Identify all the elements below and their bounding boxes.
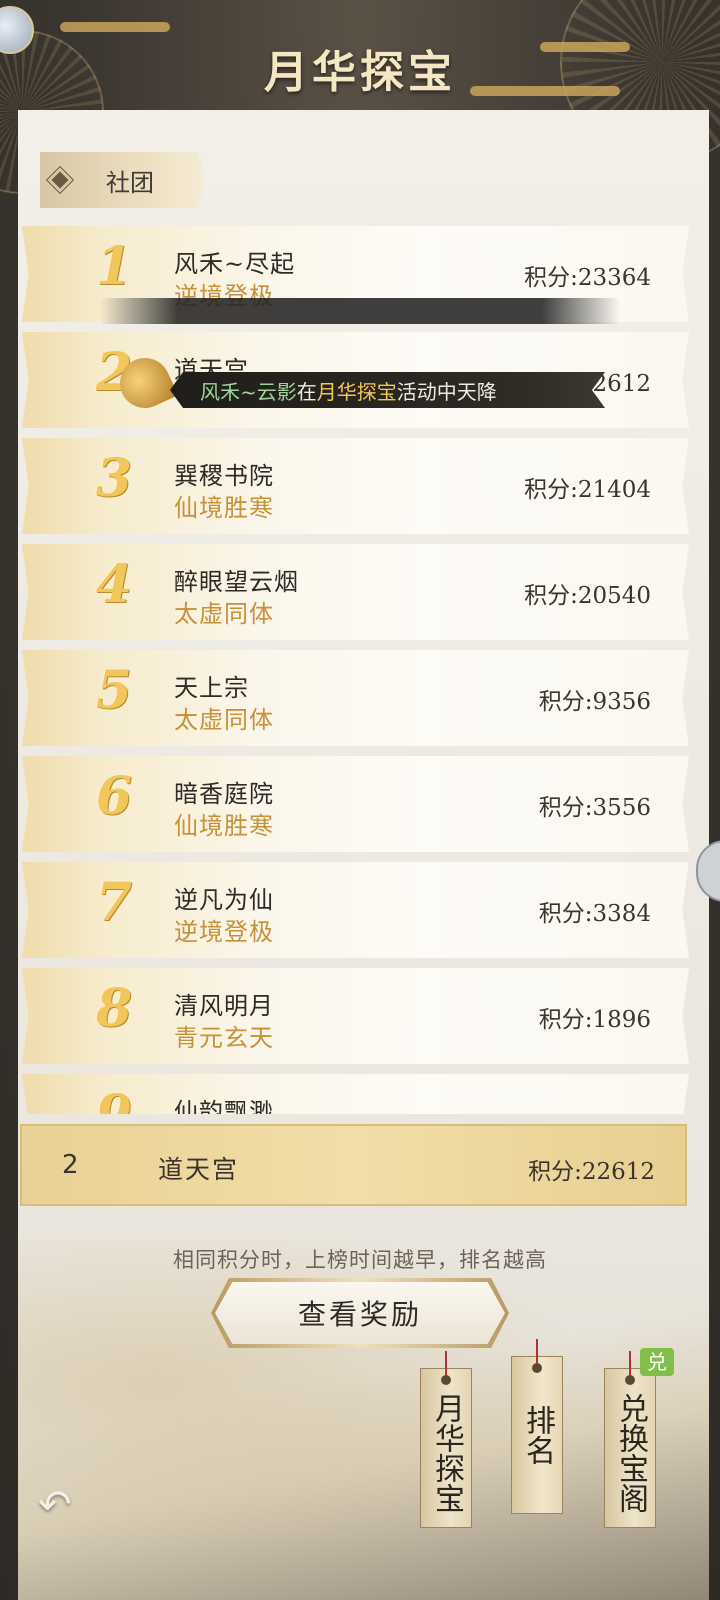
club-name: 逆凡为仙 xyxy=(174,886,274,914)
tag-hole xyxy=(441,1375,451,1385)
side-tag-exchange[interactable]: 兑换宝阁 xyxy=(604,1351,656,1528)
side-tag-label: 兑换宝阁 xyxy=(613,1393,648,1513)
ranking-rule-note: 相同积分时，上榜时间越早，排名越高 xyxy=(173,1248,547,1272)
cloud-decoration xyxy=(60,22,170,32)
rank-number: 5 xyxy=(95,660,133,721)
side-tag-label: 排名 xyxy=(520,1405,555,1465)
club-name: 巽稷书院 xyxy=(174,462,274,490)
club-name: 清风明月 xyxy=(174,992,274,1020)
tag-cord xyxy=(629,1351,631,1375)
back-arrow-icon[interactable]: ↶ xyxy=(38,1485,88,1525)
side-tag-label: 月华探宝 xyxy=(429,1393,464,1513)
side-tag-moon-treasure[interactable]: 月华探宝 xyxy=(420,1351,472,1528)
ranking-row[interactable]: 5 天上宗 太虚同体 积分:9356 xyxy=(22,650,689,746)
tab-label: 社团 xyxy=(106,168,154,197)
ranking-list[interactable]: 1 风禾~尽起 逆境登极 积分:23364 2 道天宫 积分:22612 3 巽… xyxy=(22,226,689,1114)
ranking-row[interactable]: 3 巽稷书院 仙境胜寒 积分:21404 xyxy=(22,438,689,534)
club-name: 暗香庭院 xyxy=(174,780,274,808)
rank-number: 6 xyxy=(95,766,133,827)
club-score: 积分:1844 xyxy=(539,1106,651,1114)
club-name: 仙韵飘渺 xyxy=(174,1098,274,1114)
rank-number: 7 xyxy=(95,872,133,933)
rank-number: 9 xyxy=(84,1084,144,1114)
club-tier: 青元玄天 xyxy=(174,1024,274,1052)
club-tier: 太虚同体 xyxy=(174,600,274,628)
club-score: 积分:3556 xyxy=(538,795,651,821)
club-tier: 逆境登极 xyxy=(174,918,274,946)
tab-club[interactable]: 社团 xyxy=(40,152,205,208)
diamond-icon xyxy=(51,171,69,189)
ranking-row[interactable]: 8 清风明月 青元玄天 积分:1896 xyxy=(22,968,689,1064)
rank-number: 2 xyxy=(95,342,133,403)
page-title: 月华探宝 xyxy=(264,47,456,98)
club-score: 积分:20540 xyxy=(524,583,651,609)
my-club-name: 道天宫 xyxy=(158,1155,240,1184)
my-rank-number: 2 xyxy=(62,1150,79,1180)
club-score: 积分:21404 xyxy=(524,477,651,503)
club-tier: 逆境登极 xyxy=(174,282,274,310)
club-tier: 仙境胜寒 xyxy=(174,812,274,840)
tag-cord xyxy=(445,1351,447,1375)
club-name: 风禾~尽起 xyxy=(174,250,296,278)
background: 月华探宝 社团 1 风禾~尽起 逆境登极 积分:23364 2 道天宫 积分:2… xyxy=(0,0,720,1600)
ranking-row[interactable]: 6 暗香庭院 仙境胜寒 积分:3556 xyxy=(22,756,689,852)
club-tier: 太虚同体 xyxy=(174,706,274,734)
view-rewards-button[interactable]: 查看奖励 xyxy=(215,1282,505,1344)
ranking-row[interactable]: 9 仙韵飘渺 积分:1844 xyxy=(22,1074,689,1114)
rank-number: 1 xyxy=(95,236,133,297)
ranking-row[interactable]: 2 道天宫 积分:22612 xyxy=(22,332,689,428)
tag-hole xyxy=(625,1375,635,1385)
club-name: 天上宗 xyxy=(174,674,249,702)
club-score: 积分:22612 xyxy=(524,371,651,397)
rank-number: 3 xyxy=(95,448,133,509)
rank-number: 4 xyxy=(95,554,133,615)
ranking-row[interactable]: 7 逆凡为仙 逆境登极 积分:3384 xyxy=(22,862,689,958)
ranking-row[interactable]: 1 风禾~尽起 逆境登极 积分:23364 xyxy=(22,226,689,322)
rank-number: 8 xyxy=(95,978,133,1039)
ranking-row[interactable]: 4 醉眼望云烟 太虚同体 积分:20540 xyxy=(22,544,689,640)
tag-hole xyxy=(532,1363,542,1373)
club-score: 积分:9356 xyxy=(538,689,651,715)
side-tag-ranking[interactable]: 排名 xyxy=(511,1339,563,1514)
my-club-score: 积分:22612 xyxy=(528,1159,655,1185)
club-tier: 仙境胜寒 xyxy=(174,494,274,522)
my-rank-bar: 2 道天宫 积分:22612 xyxy=(20,1124,687,1206)
club-score: 积分:3384 xyxy=(538,901,651,927)
club-score: 积分:23364 xyxy=(524,265,651,291)
tag-cord xyxy=(536,1339,538,1363)
club-score: 积分:1896 xyxy=(538,1007,651,1033)
club-name: 醉眼望云烟 xyxy=(174,568,299,596)
club-name: 道天宫 xyxy=(174,356,249,384)
exchange-badge: 兑 xyxy=(640,1348,674,1376)
